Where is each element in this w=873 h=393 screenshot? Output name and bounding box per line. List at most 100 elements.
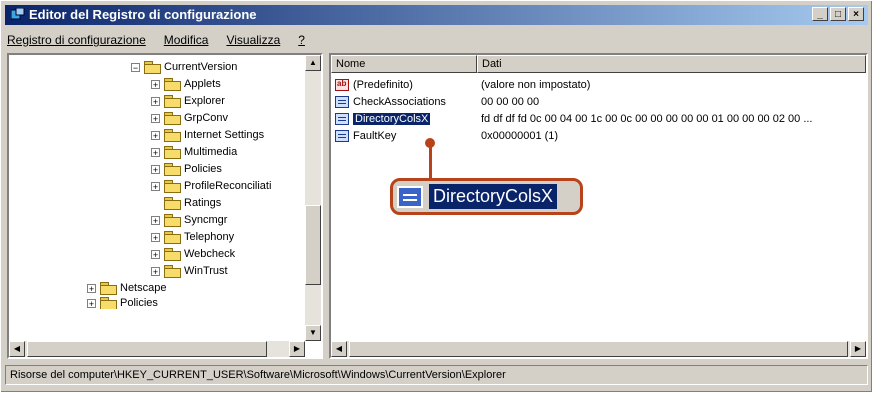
- collapse-icon[interactable]: −: [131, 62, 140, 72]
- expand-icon[interactable]: +: [87, 298, 96, 308]
- tree-item[interactable]: Ratings: [151, 195, 221, 211]
- list-horizontal-scrollbar[interactable]: ◀ ▶: [331, 341, 866, 357]
- tree-item-label: GrpConv: [184, 112, 229, 124]
- string-value-icon: [335, 79, 349, 91]
- title-bar[interactable]: Editor del Registro di configurazione _ …: [5, 5, 868, 25]
- tree-item-label: Webcheck: [184, 248, 236, 260]
- callout-label: DirectoryColsX: [429, 184, 558, 209]
- registry-editor-window: Editor del Registro di configurazione _ …: [0, 0, 873, 393]
- list-item[interactable]: (Predefinito) (valore non impostato): [331, 77, 590, 93]
- menu-visualizza[interactable]: Visualizza: [224, 31, 282, 51]
- list-item[interactable]: CheckAssociations 00 00 00 00: [331, 94, 539, 110]
- status-bar: Risorse del computer\HKEY_CURRENT_USER\S…: [5, 365, 868, 385]
- folder-icon: [100, 297, 117, 309]
- tree-item[interactable]: − CurrentVersion: [131, 59, 237, 75]
- folder-icon: [164, 180, 181, 193]
- expand-icon[interactable]: +: [151, 232, 160, 242]
- zoom-callout: DirectoryColsX: [390, 178, 583, 215]
- folder-open-icon: [144, 61, 161, 74]
- callout-leader-line: [429, 143, 432, 179]
- tree-item-label: Internet Settings: [184, 129, 265, 141]
- expand-icon[interactable]: +: [151, 130, 160, 140]
- expand-icon[interactable]: +: [151, 96, 160, 106]
- tree-item-label: Applets: [184, 78, 221, 90]
- tree-item-label: Netscape: [120, 282, 167, 294]
- value-name: CheckAssociations: [353, 96, 446, 108]
- window-title: Editor del Registro di configurazione: [29, 7, 257, 22]
- tree-item[interactable]: + WinTrust: [151, 263, 228, 279]
- minimize-button[interactable]: _: [812, 7, 828, 21]
- tree-item[interactable]: + Netscape: [87, 280, 166, 296]
- tree-item[interactable]: + Multimedia: [151, 144, 237, 160]
- expand-icon[interactable]: +: [151, 215, 160, 225]
- expand-icon[interactable]: +: [151, 164, 160, 174]
- expand-icon[interactable]: +: [151, 79, 160, 89]
- tree-item[interactable]: + Internet Settings: [151, 127, 264, 143]
- tree-item-label: Policies: [184, 163, 222, 175]
- tree-item[interactable]: + Telephony: [151, 229, 234, 245]
- close-button[interactable]: ×: [848, 7, 864, 21]
- column-header-nome[interactable]: Nome: [331, 55, 477, 73]
- menu-modifica[interactable]: Modifica: [162, 31, 211, 51]
- tree-item-label: Syncmgr: [184, 214, 228, 226]
- registry-app-icon: [11, 8, 25, 20]
- dword-value-icon: [335, 130, 349, 142]
- folder-icon: [164, 197, 181, 210]
- tree-item[interactable]: + Webcheck: [151, 246, 235, 262]
- value-name: DirectoryColsX: [353, 113, 431, 125]
- expand-icon[interactable]: +: [151, 147, 160, 157]
- expand-icon[interactable]: +: [151, 181, 160, 191]
- tree-item-label: ProfileReconciliati: [184, 180, 272, 192]
- menu-registro[interactable]: Registro di configurazione: [5, 31, 148, 51]
- key-tree-pane[interactable]: − CurrentVersion + Applets + Explorer + …: [7, 53, 323, 359]
- tree-item[interactable]: + ProfileReconciliati: [151, 178, 271, 194]
- scroll-left-arrow-icon[interactable]: ◀: [9, 341, 25, 357]
- scroll-right-arrow-icon[interactable]: ▶: [850, 341, 866, 357]
- tree-scroll-thumb[interactable]: [305, 205, 321, 285]
- value-data: 00 00 00 00: [481, 96, 540, 108]
- expand-icon[interactable]: +: [151, 266, 160, 276]
- list-header: Nome Dati: [331, 55, 866, 73]
- tree-item-label: CurrentVersion: [164, 61, 238, 73]
- folder-icon: [164, 146, 181, 159]
- expand-icon[interactable]: +: [151, 113, 160, 123]
- tree-item[interactable]: + GrpConv: [151, 110, 228, 126]
- expand-icon[interactable]: +: [87, 283, 96, 293]
- binary-value-icon: [335, 96, 349, 108]
- list-item-selected[interactable]: DirectoryColsX fd df df fd 0c 00 04 00 1…: [331, 111, 812, 127]
- scroll-left-arrow-icon[interactable]: ◀: [331, 341, 347, 357]
- column-header-dati[interactable]: Dati: [477, 55, 866, 73]
- no-expander: [151, 199, 160, 208]
- folder-icon: [164, 95, 181, 108]
- tree-item-label: Multimedia: [184, 146, 238, 158]
- folder-icon: [164, 248, 181, 261]
- tree-item[interactable]: + Policies: [151, 161, 222, 177]
- folder-icon: [164, 214, 181, 227]
- tree-item[interactable]: + Applets: [151, 76, 221, 92]
- folder-icon: [164, 231, 181, 244]
- tree-item[interactable]: + Policies: [87, 297, 158, 309]
- tree-item-label: Explorer: [184, 95, 225, 107]
- tree-vertical-scrollbar[interactable]: ▲ ▼: [305, 55, 321, 341]
- scroll-down-arrow-icon[interactable]: ▼: [305, 325, 321, 341]
- maximize-button[interactable]: □: [830, 7, 846, 21]
- folder-icon: [164, 265, 181, 278]
- tree-item-label: WinTrust: [184, 265, 228, 277]
- scroll-up-arrow-icon[interactable]: ▲: [305, 55, 321, 71]
- menu-help[interactable]: ?: [296, 31, 307, 51]
- value-data: (valore non impostato): [481, 79, 591, 91]
- list-hscroll-thumb[interactable]: [349, 341, 848, 357]
- scroll-right-arrow-icon[interactable]: ▶: [289, 341, 305, 357]
- list-item[interactable]: FaultKey 0x00000001 (1): [331, 128, 558, 144]
- tree-hscroll-thumb[interactable]: [27, 341, 267, 357]
- menu-bar: Registro di configurazione Modifica Visu…: [5, 31, 307, 51]
- tree-item-label: Ratings: [184, 197, 222, 209]
- tree-horizontal-scrollbar[interactable]: ◀ ▶: [9, 341, 305, 357]
- expand-icon[interactable]: +: [151, 249, 160, 259]
- tree-item[interactable]: + Syncmgr: [151, 212, 227, 228]
- folder-icon: [164, 78, 181, 91]
- status-path: Risorse del computer\HKEY_CURRENT_USER\S…: [10, 369, 506, 381]
- binary-value-icon: [397, 185, 423, 208]
- tree-item[interactable]: + Explorer: [151, 93, 225, 109]
- tree-item-label: Policies: [120, 297, 158, 309]
